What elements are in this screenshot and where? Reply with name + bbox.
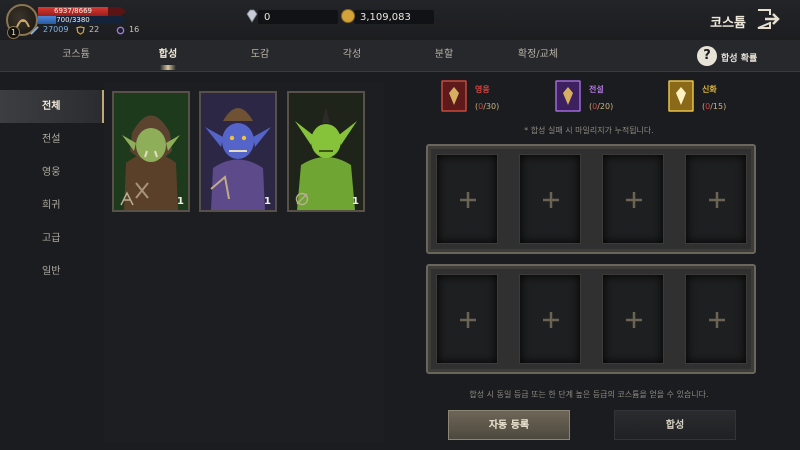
category-normal[interactable]: 일반 <box>0 255 104 288</box>
plus-icon <box>460 312 476 328</box>
help-icon[interactable]: ? <box>697 46 717 66</box>
costume-card[interactable]: 1 <box>112 91 190 212</box>
power-value: 27009 <box>43 25 69 34</box>
plus-icon <box>543 312 559 328</box>
hp-text: 6937/8669 <box>54 7 92 15</box>
costume-card[interactable]: 1 <box>199 91 277 212</box>
merge-slot[interactable] <box>685 154 747 244</box>
plus-icon <box>626 192 642 208</box>
category-heroic[interactable]: 영웅 <box>0 156 104 189</box>
grade-emblem-icon <box>295 192 309 206</box>
category-advanced[interactable]: 고급 <box>0 222 104 255</box>
sword-icon <box>30 25 39 35</box>
grade-name: 전설 <box>589 85 604 94</box>
power-stat: 27009 <box>30 25 68 35</box>
plus-icon <box>709 192 725 208</box>
gold-value: 3,109,083 <box>360 11 411 23</box>
blue-goblin-costume-icon <box>201 93 275 210</box>
top-bar: 1 6937/8669 700/3380 27009 22 16 0 3,109… <box>0 0 800 40</box>
tab-bar: 코스튬 합성 도감 각성 분할 확정/교체 <box>0 40 800 72</box>
merge-slot[interactable] <box>602 154 664 244</box>
gem-value: 0 <box>264 11 271 23</box>
mythic-crest-icon <box>668 80 694 112</box>
tab-awaken[interactable]: 각성 <box>320 40 384 72</box>
merge-slot[interactable] <box>436 154 498 244</box>
page-title: 코스튬 <box>710 16 746 31</box>
grade-legendary: 전설 (0/20) <box>555 80 613 112</box>
merge-slot[interactable] <box>519 274 581 364</box>
costume-card[interactable]: 1 <box>287 91 365 212</box>
gem-currency: 0 <box>244 6 338 28</box>
costume-count: 1 <box>264 196 271 207</box>
heroic-crest-icon <box>441 80 467 112</box>
tab-split[interactable]: 분할 <box>412 40 476 72</box>
merge-slot[interactable] <box>602 274 664 364</box>
grade-name: 신화 <box>702 85 717 94</box>
merge-slot-group <box>426 144 756 254</box>
plus-icon <box>709 312 725 328</box>
grade-total: /15 <box>710 102 724 111</box>
magic-value: 16 <box>129 25 140 34</box>
merge-slot[interactable] <box>436 274 498 364</box>
magic-stat: 16 <box>116 25 139 35</box>
gold-currency: 3,109,083 <box>340 6 434 28</box>
grade-emblem-icon <box>120 191 134 206</box>
plus-icon <box>626 312 642 328</box>
diamond-icon <box>246 9 258 23</box>
merge-probability-label[interactable]: 합성 확률 <box>721 51 757 64</box>
grade-name: 영웅 <box>475 85 490 94</box>
plus-icon <box>460 192 476 208</box>
merge-slot[interactable] <box>685 274 747 364</box>
category-list: 전체 전설 영웅 희귀 고급 일반 <box>0 90 108 288</box>
gold-coin-icon <box>341 9 355 23</box>
level-badge: 1 <box>7 26 20 39</box>
defense-stat: 22 <box>76 25 99 35</box>
mileage-hint: * 합성 실패 시 마일리지가 누적됩니다. <box>524 126 654 135</box>
tab-costume[interactable]: 코스튬 <box>44 40 108 72</box>
tab-merge[interactable]: 합성 <box>136 40 200 72</box>
tab-collection[interactable]: 도감 <box>228 40 292 72</box>
magic-crest-icon <box>116 26 125 34</box>
costume-count: 1 <box>177 196 184 207</box>
category-all[interactable]: 전체 <box>0 90 108 123</box>
defense-value: 22 <box>89 25 100 34</box>
exit-icon[interactable] <box>756 8 782 30</box>
merge-info-hint: 합성 시 동일 등급 또는 한 단계 높은 등급의 코스튬을 얻을 수 있습니다… <box>469 390 709 399</box>
merge-slot-group <box>426 264 756 374</box>
auto-register-button[interactable]: 자동 등록 <box>448 410 570 440</box>
plus-icon <box>543 192 559 208</box>
category-rare[interactable]: 희귀 <box>0 189 104 222</box>
tab-confirm-replace[interactable]: 확정/교체 <box>500 40 576 72</box>
merge-button[interactable]: 합성 <box>614 410 736 440</box>
grade-total: /20 <box>597 102 611 111</box>
mp-text: 700/3380 <box>56 16 90 24</box>
grade-total: /30 <box>483 102 497 111</box>
merge-slot[interactable] <box>519 154 581 244</box>
grade-heroic: 영웅 (0/30) <box>441 80 499 112</box>
legendary-crest-icon <box>555 80 581 112</box>
category-legendary[interactable]: 전설 <box>0 123 104 156</box>
grade-mythic: 신화 (0/15) <box>668 80 726 112</box>
shield-icon <box>76 25 85 35</box>
costume-count: 1 <box>352 196 359 207</box>
